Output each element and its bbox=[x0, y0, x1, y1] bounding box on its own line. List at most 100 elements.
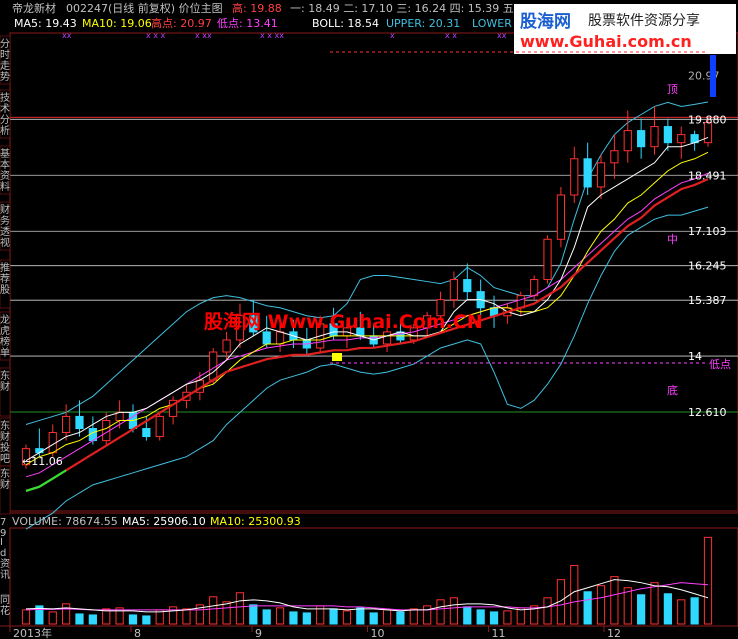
price-level-label: 15.387 bbox=[688, 294, 727, 307]
upper-label: UPPER: 20.31 bbox=[386, 17, 460, 30]
volume-bar bbox=[503, 610, 512, 625]
volume-bar bbox=[489, 611, 499, 625]
x-tick-label: 11 bbox=[492, 627, 506, 639]
sidebar-tab-char: 财 bbox=[0, 380, 10, 393]
lower-label: LOWER bbox=[472, 17, 512, 30]
sidebar-tab-char: 吧 bbox=[0, 454, 10, 465]
volume-bar bbox=[596, 585, 606, 625]
watermark-logo: 股海网 bbox=[520, 11, 571, 32]
candle-body bbox=[142, 428, 151, 438]
sidebar-tab-char: 资 bbox=[0, 170, 10, 182]
volume-bar bbox=[583, 591, 592, 625]
bottom-annotation: 底 bbox=[667, 383, 678, 397]
volume-bar bbox=[262, 609, 271, 625]
volume-tab-char: 讯 bbox=[0, 569, 10, 581]
sidebar-tab-char: 东 bbox=[0, 369, 10, 382]
sidebar-tab-char: 虎 bbox=[0, 325, 10, 337]
sidebar-tab-char: 本 bbox=[0, 158, 10, 171]
ma10-line bbox=[25, 151, 709, 466]
stock-name: 帝龙新材 bbox=[12, 1, 56, 15]
volume-bar bbox=[409, 608, 418, 625]
volume-bar bbox=[650, 582, 659, 625]
candle-body bbox=[275, 331, 285, 345]
candle-body bbox=[75, 415, 84, 430]
volume-sidebar-tabs: 79Id资讯同花 bbox=[0, 517, 10, 617]
volume-ma10-label: MA10: 25300.93 bbox=[210, 515, 301, 528]
sidebar-tab-char: 技 bbox=[0, 91, 10, 104]
volume-bar bbox=[209, 596, 218, 625]
volume-bar bbox=[436, 599, 445, 625]
price-level-label: 19.880 bbox=[688, 113, 727, 126]
volume-bar bbox=[449, 597, 459, 625]
volume-bar bbox=[703, 536, 713, 625]
sidebar-tab-char: 财 bbox=[0, 203, 10, 216]
boll-label: BOLL: 18.54 bbox=[312, 17, 379, 30]
high-point-label: 高点: 20.97 bbox=[151, 16, 212, 30]
sidebar-tab-char: 单 bbox=[0, 347, 10, 359]
signal-markers: xx bbox=[62, 31, 72, 40]
volume-label: VOLUME: 78674.55 bbox=[12, 515, 118, 528]
sidebar-tab-char: 榜 bbox=[0, 335, 10, 348]
signal-markers: x bbox=[390, 31, 395, 40]
candle-body bbox=[62, 415, 71, 434]
watermark-url: www.Guhai.com.cn bbox=[520, 32, 692, 51]
sidebar-tab-char: 透 bbox=[0, 226, 10, 238]
volume-bar bbox=[235, 592, 245, 625]
volume-bar bbox=[88, 614, 97, 625]
sidebar-tab-char: 分 bbox=[0, 38, 10, 50]
x-tick-label: 12 bbox=[607, 627, 621, 639]
volume-bar bbox=[128, 614, 138, 625]
price-level-lines bbox=[10, 116, 738, 413]
volume-bar bbox=[369, 612, 378, 625]
trend-line bbox=[25, 178, 709, 492]
volume-tab-char: 资 bbox=[0, 558, 10, 570]
volume-ma-lines bbox=[25, 579, 709, 613]
volume-bar bbox=[289, 611, 298, 625]
ma10-label: MA10: 19.06 bbox=[82, 17, 152, 30]
volume-tab-char: 花 bbox=[0, 604, 10, 617]
signal-markers: x x bbox=[445, 31, 457, 40]
volume-tab-char: 7 bbox=[0, 517, 6, 528]
volume-bar bbox=[142, 615, 151, 625]
high-label: 高: 19.88 bbox=[232, 1, 282, 15]
mid-annotation: 中 bbox=[667, 233, 678, 246]
watermark-slogan: 股票软件资源分享 bbox=[588, 12, 700, 29]
sidebar-tab-char: 分 bbox=[0, 114, 10, 126]
ma5-label: MA5: 19.43 bbox=[14, 17, 77, 30]
sidebar-tab-char: 时 bbox=[0, 49, 10, 61]
stock-chart: 20.9719.88018.49117.10316.24515.3871412.… bbox=[0, 1, 738, 639]
volume-bar bbox=[62, 603, 71, 625]
price-level-label: 18.491 bbox=[688, 169, 727, 182]
sidebar-tab-char: 龙 bbox=[0, 313, 10, 326]
volume-bar bbox=[396, 611, 405, 625]
volume-bar bbox=[637, 594, 646, 625]
volume-bar bbox=[222, 601, 231, 625]
volume-bar bbox=[356, 607, 365, 625]
sidebar-tab-char: 东 bbox=[0, 467, 10, 480]
sidebar-tab-char: 财 bbox=[0, 478, 10, 491]
volume-bar bbox=[690, 597, 699, 625]
yellow-signal-block bbox=[332, 353, 342, 361]
volume-bar bbox=[21, 609, 31, 625]
price-level-label: 12.610 bbox=[688, 406, 727, 419]
price-level-label: 17.103 bbox=[688, 225, 727, 238]
sidebar-tab-char: 基 bbox=[0, 147, 10, 160]
candle-body bbox=[262, 331, 271, 345]
low-point-label: 低点: 13.41 bbox=[217, 17, 278, 30]
candle-body bbox=[610, 150, 619, 164]
candlesticks bbox=[21, 106, 713, 469]
sidebar-tabs: 分时走势技术分析基本资料财务透视推荐股龙虎榜单东财东财投吧东财 bbox=[0, 35, 11, 515]
volume-bar bbox=[463, 606, 472, 625]
volume-bar bbox=[382, 609, 392, 625]
candle-body bbox=[663, 126, 672, 144]
volume-bar bbox=[476, 609, 485, 625]
sidebar-tab-char: 视 bbox=[0, 236, 10, 249]
volume-bar bbox=[570, 565, 579, 625]
candle-body bbox=[570, 158, 579, 196]
volume-bar bbox=[543, 597, 552, 625]
candle-body bbox=[650, 126, 659, 148]
sidebar-tab-char: 料 bbox=[0, 180, 10, 193]
candle-body bbox=[543, 238, 552, 281]
signal-markers: x x xx bbox=[260, 31, 284, 40]
volume-bar bbox=[663, 593, 672, 625]
